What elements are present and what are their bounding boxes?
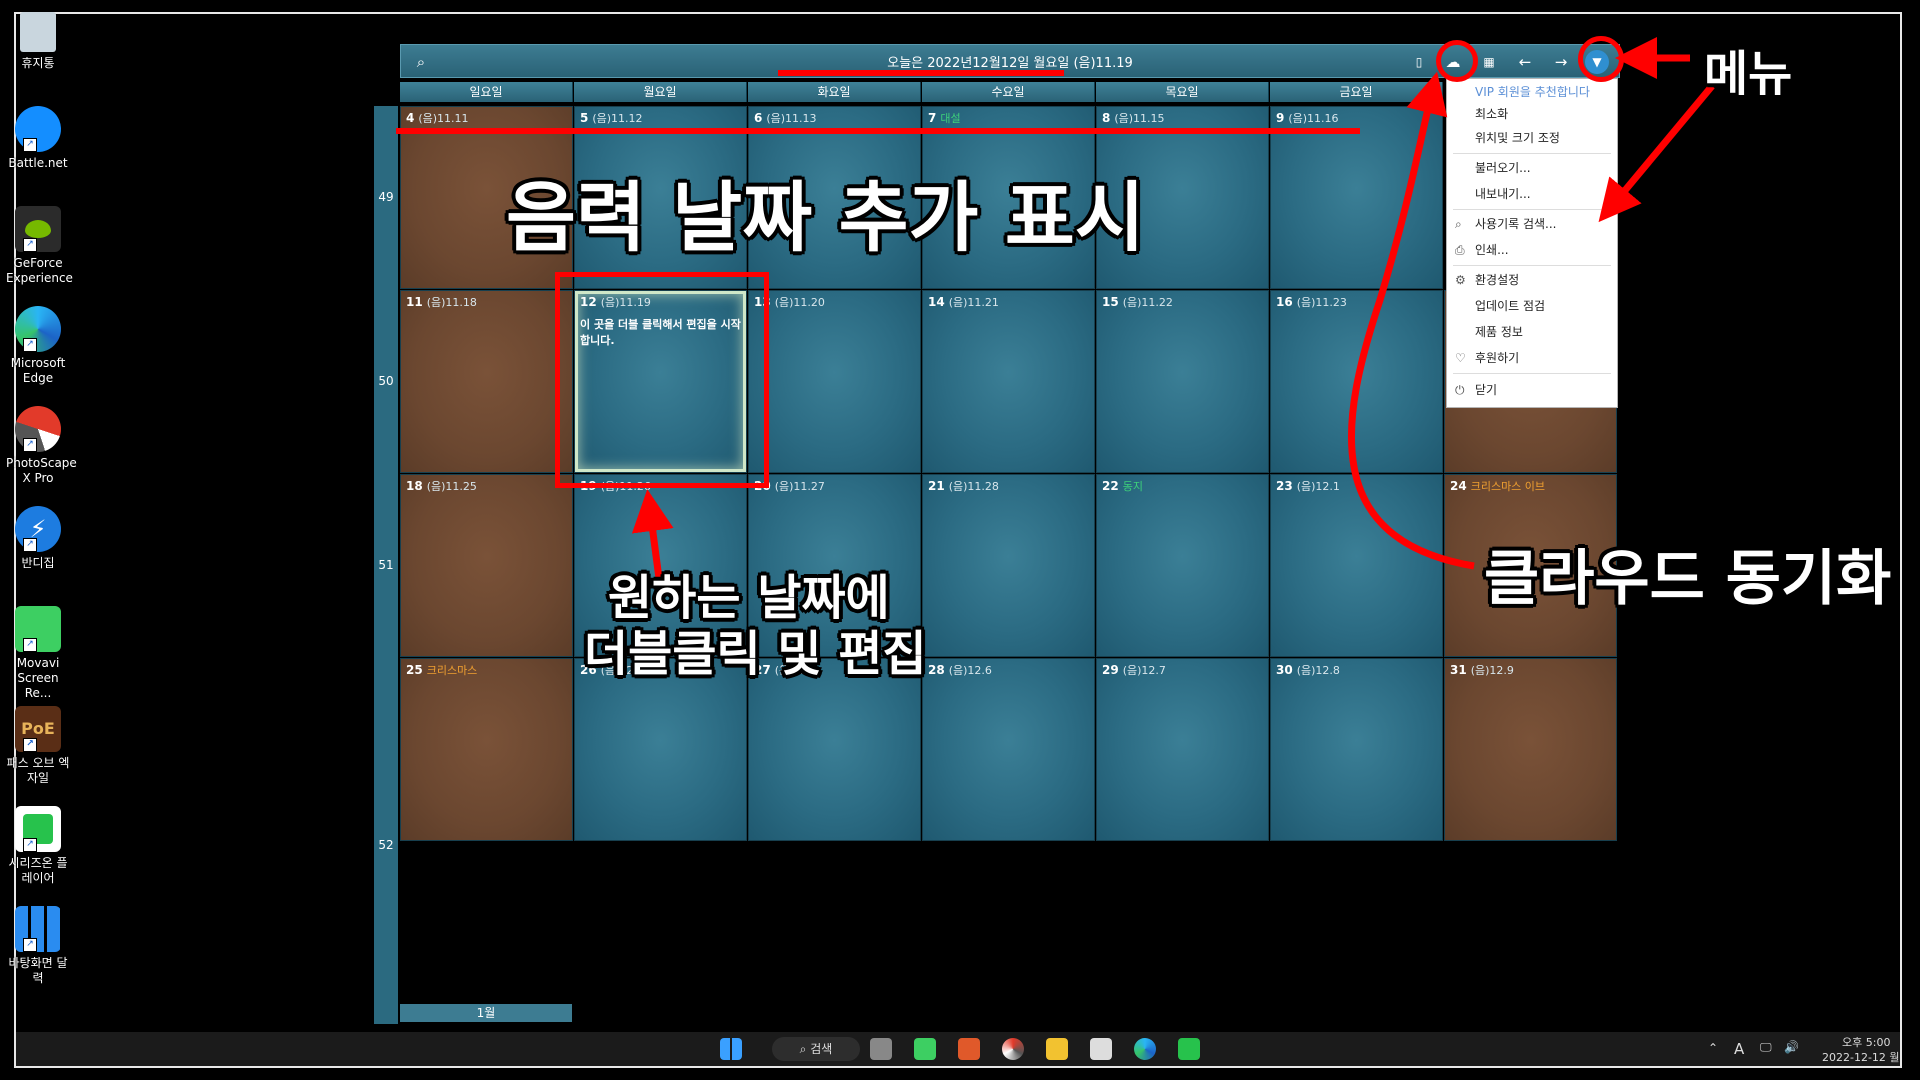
- menu-annotation-text: 메뉴: [1704, 46, 1793, 102]
- taskbar-app-icon-1[interactable]: [914, 1038, 936, 1060]
- menu-list-arrow-annotation: [1598, 83, 1715, 223]
- ime-indicator[interactable]: A: [1734, 1040, 1744, 1058]
- taskbar-app-icon-2[interactable]: [958, 1038, 980, 1060]
- taskbar-search-label: 검색: [810, 1042, 833, 1056]
- taskbar-photoscape-icon[interactable]: [1002, 1038, 1024, 1060]
- taskbar-edge-icon[interactable]: [1134, 1038, 1156, 1060]
- edit-annotation-line2: 더블클릭 및 편집: [584, 626, 927, 682]
- lunar-annotation-text: 음력 날짜 추가 표시: [506, 173, 1145, 262]
- cloud-arrow-annotation: [1348, 71, 1475, 570]
- start-windows-icon[interactable]: [720, 1038, 742, 1060]
- clock-time[interactable]: 오후 5:00: [1842, 1034, 1890, 1050]
- clock-date[interactable]: 2022-12-12 월: [1822, 1049, 1900, 1065]
- taskbar-search[interactable]: ⌕ 검색: [772, 1037, 860, 1061]
- search-icon: ⌕: [799, 1042, 811, 1056]
- network-icon[interactable]: 🖵: [1760, 1040, 1772, 1055]
- file-explorer-icon[interactable]: [1046, 1038, 1068, 1060]
- taskbar: ⌕ 검색 ⌃ A 🖵 🔊 오후 5:00 2022-12-12 월: [16, 1032, 1900, 1066]
- tray-chevron-up-icon[interactable]: ⌃: [1708, 1041, 1718, 1055]
- taskbar-calendar-app-icon[interactable]: [1178, 1038, 1200, 1060]
- task-view-icon[interactable]: [870, 1038, 892, 1060]
- volume-icon[interactable]: 🔊: [1784, 1040, 1799, 1054]
- cloud-annotation-text: 클라우드 동기화: [1484, 544, 1892, 614]
- taskbar-app-icon-3[interactable]: [1090, 1038, 1112, 1060]
